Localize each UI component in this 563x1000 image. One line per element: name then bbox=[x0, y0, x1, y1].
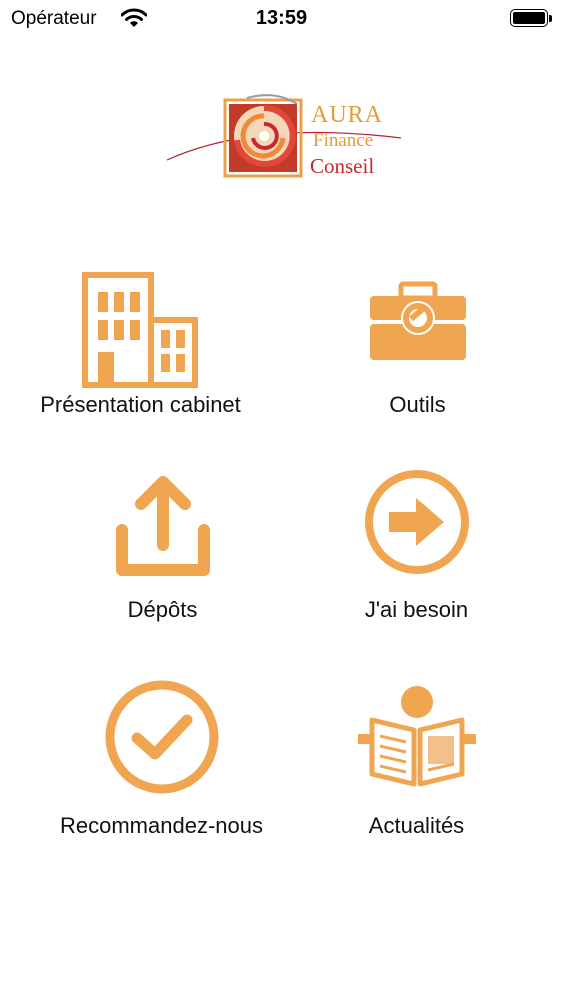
menu-item-jai-besoin[interactable]: J'ai besoin bbox=[276, 470, 557, 670]
company-logo: AURA Finance Conseil bbox=[165, 90, 405, 182]
menu-item-label: Dépôts bbox=[127, 597, 198, 622]
logo-text-conseil: Conseil bbox=[310, 154, 375, 178]
logo-text-finance: Finance bbox=[313, 130, 374, 151]
status-time: 13:59 bbox=[255, 7, 308, 29]
battery-icon bbox=[510, 9, 554, 29]
menu-item-presentation-cabinet[interactable]: Présentation cabinet bbox=[0, 265, 281, 465]
check-circle-icon bbox=[97, 680, 227, 810]
menu-item-outils[interactable]: Outils bbox=[277, 265, 558, 465]
menu-item-actualites[interactable]: Actualités bbox=[276, 680, 557, 880]
arrow-circle-icon bbox=[352, 470, 482, 600]
menu-item-label: Actualités bbox=[368, 813, 465, 838]
menu-item-label: Présentation cabinet bbox=[40, 392, 241, 417]
menu-item-recommandez-nous[interactable]: Recommandez-nous bbox=[21, 680, 302, 880]
building-icon bbox=[76, 270, 206, 400]
status-bar: Opérateur 13:59 bbox=[0, 0, 563, 40]
upload-icon bbox=[98, 470, 228, 600]
newspaper-reader-icon bbox=[352, 680, 482, 810]
menu-item-depots[interactable]: Dépôts bbox=[22, 470, 303, 670]
menu-item-label: Recommandez-nous bbox=[60, 813, 263, 838]
toolbox-icon bbox=[353, 280, 483, 410]
logo-text-aura: AURA bbox=[311, 102, 384, 128]
menu-item-label: Outils bbox=[389, 392, 446, 417]
menu-item-label: J'ai besoin bbox=[364, 597, 469, 622]
